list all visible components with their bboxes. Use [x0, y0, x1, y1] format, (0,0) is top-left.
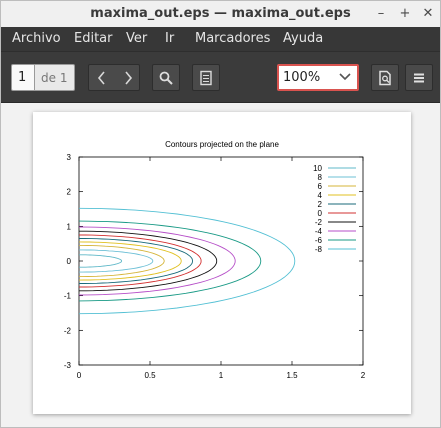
menu-ver[interactable]: Ver	[126, 31, 147, 46]
contour-line-10	[79, 254, 123, 268]
document-canvas[interactable]: Contours projected on the plane 0 0.5 1 1.5…	[1, 104, 440, 427]
page-count-label: de 1	[35, 64, 75, 91]
menu-ir[interactable]: Ir	[165, 31, 174, 46]
x-tick-label: 2	[361, 371, 366, 380]
contour-line-8	[79, 249, 154, 273]
y-tick-label: -3	[64, 361, 72, 370]
legend-label: 6	[318, 182, 323, 191]
x-tick-label: 1	[219, 371, 224, 380]
legend-label: -8	[315, 245, 323, 254]
chevron-down-icon	[339, 73, 351, 81]
legend-label: 10	[313, 164, 322, 173]
chevron-right-icon	[125, 70, 133, 85]
legend-label: -2	[315, 218, 323, 227]
y-tick-label: 2	[67, 188, 72, 197]
chevron-left-icon	[97, 70, 105, 85]
toolbar: 1 de 1 100%	[1, 51, 440, 103]
contour-plot: Contours projected on the plane 0 0.5 1 1.5…	[64, 140, 366, 380]
legend-label: 4	[318, 191, 323, 200]
menu-ayuda[interactable]: Ayuda	[283, 31, 323, 46]
legend-label: -4	[315, 227, 323, 236]
y-tick-label: 0	[67, 257, 72, 266]
document-viewer-window: maxima_out.eps — maxima_out.eps – + ✕ Ar…	[0, 0, 441, 428]
page-navigation-group	[88, 64, 140, 91]
menu-bar: Archivo Editar Ver Ir Marcadores Ayuda	[1, 27, 440, 51]
y-tick-label: 1	[67, 222, 72, 231]
legend-label: 2	[318, 200, 323, 209]
minimize-button[interactable]: –	[373, 6, 389, 22]
maximize-button[interactable]: +	[397, 6, 413, 22]
page-number-input[interactable]: 1	[11, 64, 35, 91]
annotations-button[interactable]	[192, 64, 220, 91]
view-icon	[379, 70, 391, 85]
next-page-button[interactable]	[115, 65, 141, 90]
document-page: Contours projected on the plane 0 0.5 1 1.5…	[33, 112, 411, 414]
x-tick-label: 0.5	[144, 371, 156, 380]
view-mode-button[interactable]	[371, 64, 399, 91]
chart-title: Contours projected on the plane	[165, 140, 279, 149]
contour-line-0	[79, 234, 202, 288]
close-button[interactable]: ✕	[420, 6, 436, 22]
menu-marcadores[interactable]: Marcadores	[195, 31, 270, 46]
contour-line--4	[78, 226, 236, 296]
title-bar: maxima_out.eps — maxima_out.eps – + ✕	[1, 1, 440, 27]
menu-archivo[interactable]: Archivo	[12, 31, 61, 46]
legend-label: 0	[318, 209, 323, 218]
search-icon	[159, 71, 173, 85]
y-tick-label: 3	[67, 153, 72, 162]
document-icon	[200, 70, 212, 85]
previous-page-button[interactable]	[89, 65, 115, 90]
x-tick-label: 0	[77, 371, 82, 380]
contour-line--2	[79, 230, 218, 292]
zoom-select[interactable]: 100%	[277, 64, 359, 91]
menu-editar[interactable]: Editar	[74, 31, 113, 46]
y-tick-label: -1	[64, 292, 72, 301]
x-tick-label: 1.5	[286, 371, 298, 380]
contour-line--8	[78, 207, 296, 315]
search-button[interactable]	[152, 64, 180, 91]
y-tick-label: -2	[64, 326, 72, 335]
zoom-value: 100%	[283, 70, 321, 85]
hamburger-menu-icon	[414, 73, 424, 82]
legend-label: -6	[315, 236, 323, 245]
main-menu-button[interactable]	[405, 64, 433, 91]
legend-label: 8	[318, 173, 323, 182]
contour-line-4	[78, 241, 182, 281]
